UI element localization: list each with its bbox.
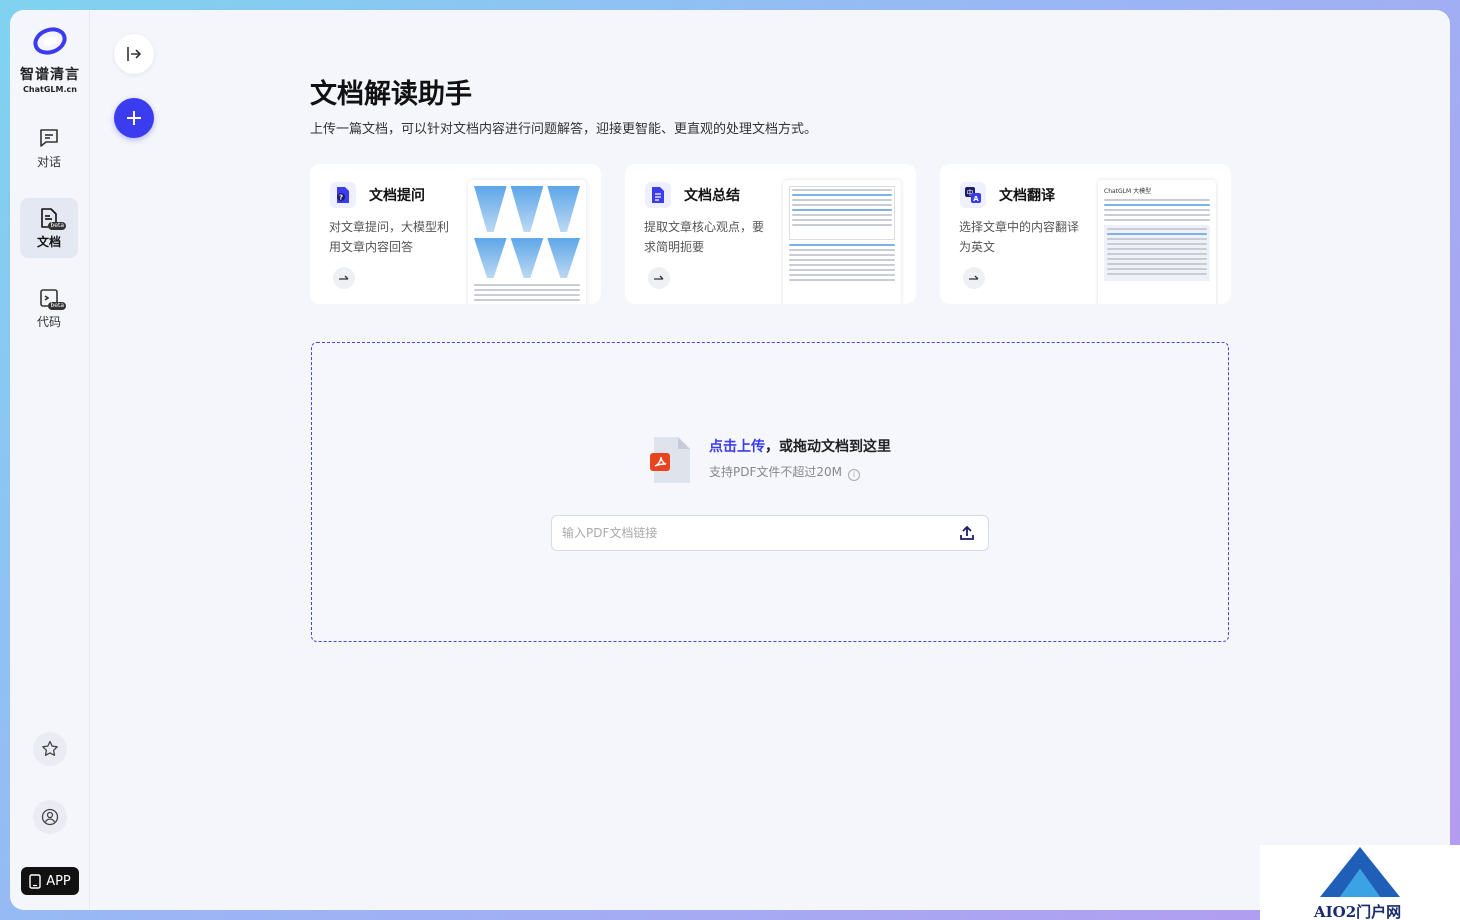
expand-panel-icon (127, 47, 142, 61)
pdf-link-input[interactable] (552, 516, 948, 550)
document-icon: beta (38, 207, 66, 230)
card-title: 文档总结 (684, 188, 740, 204)
doc-question-icon: ? (330, 182, 356, 208)
corner-badge-text: AIO2门户网 (1314, 903, 1402, 920)
feature-card-summary[interactable]: 文档总结 提取文章核心观点，要求简明扼要 (625, 164, 916, 304)
sidebar-item-label: 代码 (36, 314, 61, 329)
upload-hint: 支持PDF文件不超过20M i (709, 463, 861, 481)
app-window: 智谱清言 ChatGLM.cn 对话 beta 文档 beta 代码 APP 文… (10, 10, 1450, 910)
plus-icon (127, 111, 141, 125)
logo[interactable]: 智谱清言 ChatGLM.cn (10, 24, 90, 94)
logo-icon (33, 27, 67, 55)
beta-badge: beta (48, 221, 66, 230)
phone-icon (29, 873, 41, 889)
upload-instruction-text: ，或拖动文档到这里 (765, 439, 891, 455)
upload-instruction: 点击上传，或拖动文档到这里 (709, 436, 891, 456)
arrow-right-icon (969, 275, 979, 280)
star-icon (42, 740, 58, 756)
click-upload-link[interactable]: 点击上传 (709, 439, 765, 455)
sidebar-item-code[interactable]: beta 代码 (20, 278, 78, 338)
card-description: 选择文章中的内容翻译为英文 (959, 220, 1080, 254)
arrow-right-icon (339, 275, 349, 280)
feature-card-question[interactable]: ? 文档提问 对文章提问，大模型利用文章内容回答 (310, 164, 601, 304)
watermark-logo-icon (1320, 847, 1400, 897)
sidebar-item-chat[interactable]: 对话 (20, 118, 78, 178)
chat-icon (40, 128, 58, 147)
info-icon[interactable]: i (848, 469, 861, 481)
corner-watermark-badge: AIO2门户网 (1260, 845, 1460, 920)
arrow-right-icon (654, 275, 664, 280)
new-document-button[interactable] (114, 98, 154, 138)
user-profile-button[interactable] (33, 800, 67, 834)
feature-card-translate[interactable]: 中 A 文档翻译 选择文章中的内容翻译为英文 ChatGLM 大模型 (940, 164, 1231, 304)
card-arrow-button[interactable] (963, 267, 985, 289)
card-preview-image: ChatGLM 大模型 (1098, 180, 1216, 304)
brand-name-en: ChatGLM.cn (23, 85, 77, 94)
card-preview-image (468, 180, 586, 304)
doc-summary-icon (645, 182, 671, 208)
doc-translate-icon: 中 A (960, 182, 986, 208)
card-title: 文档翻译 (999, 188, 1055, 204)
card-description: 对文章提问，大模型利用文章内容回答 (329, 220, 450, 254)
pdf-file-icon (650, 437, 690, 483)
svg-text:A: A (973, 195, 979, 203)
sidebar-item-document[interactable]: beta 文档 (20, 198, 78, 258)
card-title: 文档提问 (369, 188, 425, 204)
upload-dropzone[interactable]: 点击上传，或拖动文档到这里 支持PDF文件不超过20M i (311, 342, 1229, 642)
collapse-sidebar-button[interactable] (114, 34, 154, 74)
card-preview-image (783, 180, 901, 304)
sidebar-item-label: 文档 (36, 234, 61, 249)
user-icon (41, 808, 59, 826)
preview-title: ChatGLM 大模型 (1104, 188, 1152, 195)
upload-icon[interactable] (958, 524, 976, 542)
upload-hint-text: 支持PDF文件不超过20M (709, 465, 843, 479)
brand-name-cn: 智谱清言 (20, 67, 80, 83)
beta-badge: beta (48, 301, 66, 310)
svg-text:?: ? (339, 194, 343, 202)
card-arrow-button[interactable] (648, 267, 670, 289)
card-description: 提取文章核心观点，要求简明扼要 (644, 220, 765, 254)
favorites-button[interactable] (33, 732, 67, 766)
card-arrow-button[interactable] (333, 267, 355, 289)
sidebar: 智谱清言 ChatGLM.cn 对话 beta 文档 beta 代码 APP (10, 10, 90, 910)
pdf-link-field (551, 515, 989, 551)
app-download-button[interactable]: APP (21, 867, 79, 895)
sidebar-item-label: 对话 (36, 154, 61, 169)
code-icon: beta (38, 287, 66, 310)
page-title: 文档解读助手 (310, 79, 472, 110)
page-subtitle: 上传一篇文档，可以针对文档内容进行问题解答，迎接更智能、更直观的处理文档方式。 (310, 122, 818, 137)
app-label: APP (46, 873, 71, 889)
